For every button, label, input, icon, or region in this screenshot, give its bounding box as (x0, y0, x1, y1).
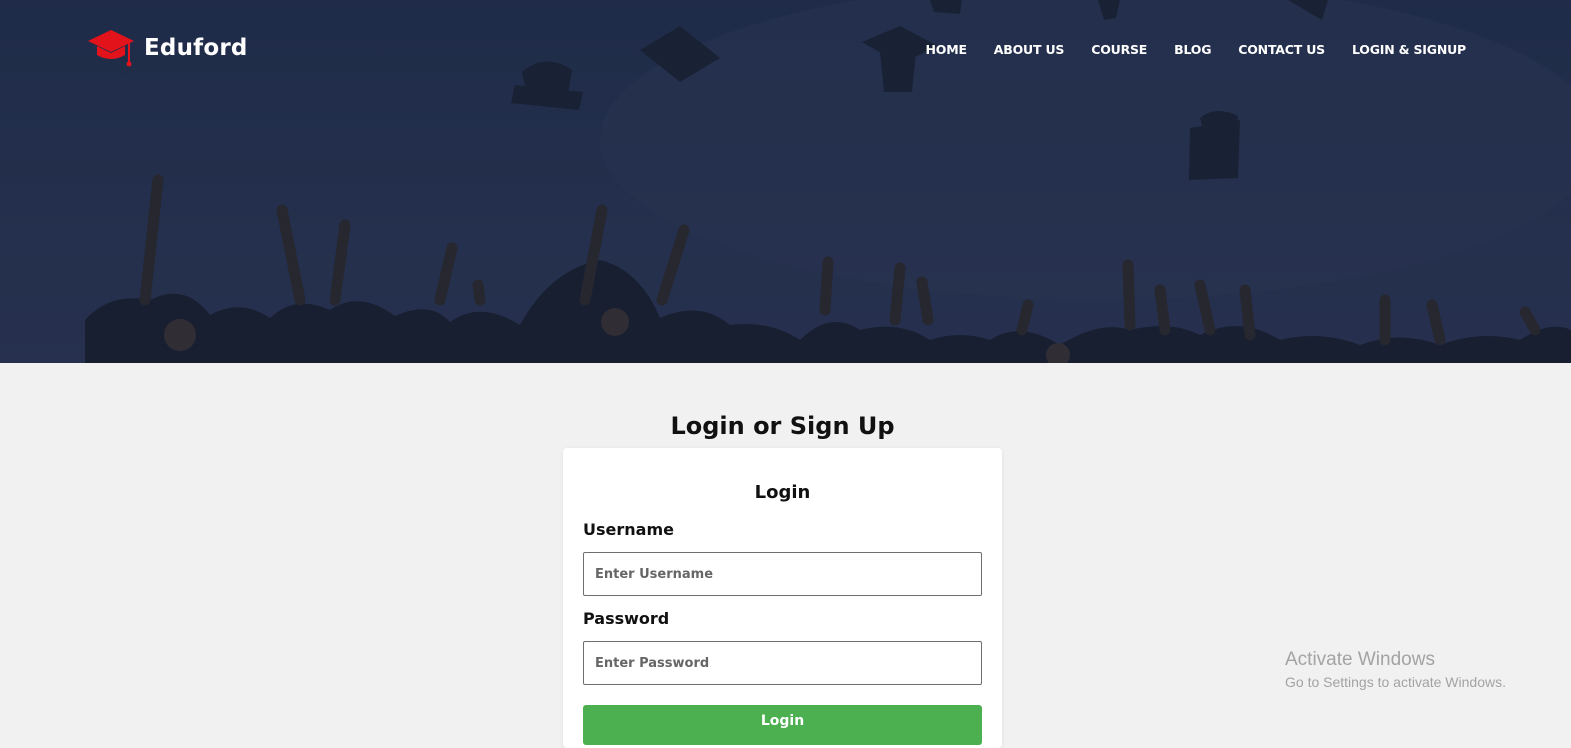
nav-course[interactable]: COURSE (1091, 42, 1147, 57)
nav-blog[interactable]: BLOG (1174, 42, 1211, 57)
hero-banner: Eduford HOME ABOUT US COURSE BLOG CONTAC… (0, 0, 1571, 363)
nav-about-us[interactable]: ABOUT US (994, 42, 1065, 57)
username-label: Username (583, 520, 674, 539)
graduation-cap-icon (88, 30, 134, 67)
login-button[interactable]: Login (583, 705, 982, 745)
nav-contact-us[interactable]: CONTACT US (1238, 42, 1325, 57)
username-input[interactable] (583, 552, 982, 596)
brand-logo-link[interactable]: Eduford (86, 26, 248, 70)
nav-login-signup[interactable]: LOGIN & SIGNUP (1352, 42, 1466, 57)
login-section-title: Login or Sign Up (670, 412, 895, 440)
nav-home[interactable]: HOME (926, 42, 967, 57)
watermark-subtitle: Go to Settings to activate Windows. (1285, 674, 1506, 690)
password-input[interactable] (583, 641, 982, 685)
windows-activation-watermark: Activate Windows Go to Settings to activ… (1285, 649, 1506, 692)
login-card: Login Username Password Login (563, 448, 1002, 748)
password-label: Password (583, 609, 670, 628)
login-card-title: Login (754, 482, 811, 503)
watermark-title: Activate Windows (1285, 649, 1435, 670)
brand-name: Eduford (144, 35, 248, 61)
main-nav: HOME ABOUT US COURSE BLOG CONTACT US LOG… (926, 42, 1467, 57)
